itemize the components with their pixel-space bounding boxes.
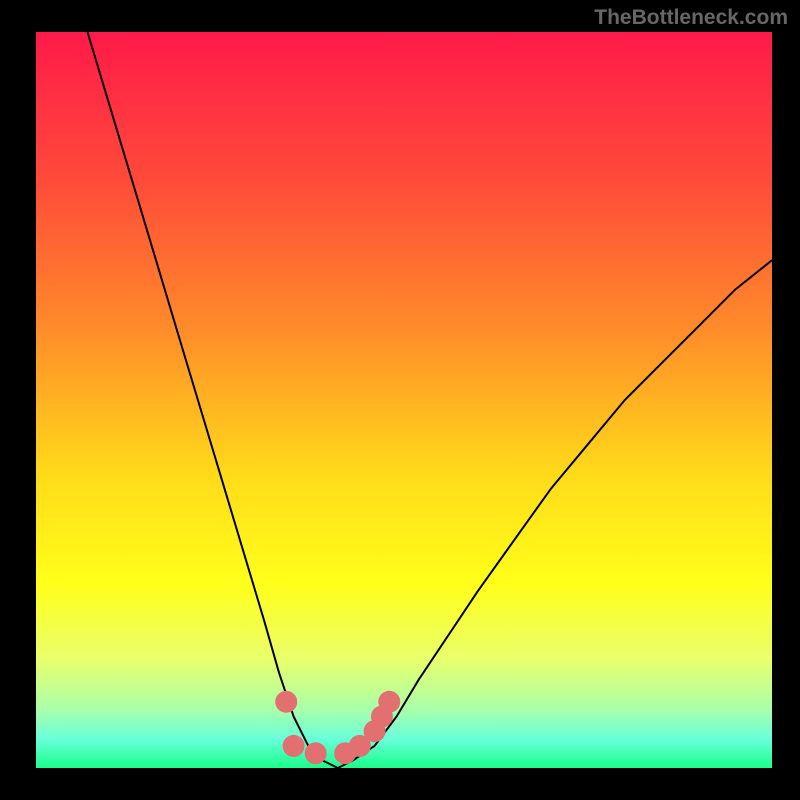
data-marker (275, 691, 297, 713)
watermark-text: TheBottleneck.com (594, 6, 788, 30)
data-marker (305, 742, 327, 764)
data-marker (378, 691, 400, 713)
gradient-background (36, 32, 772, 768)
chart-svg (36, 32, 772, 768)
chart-plot-area (36, 32, 772, 768)
data-marker (283, 735, 305, 757)
